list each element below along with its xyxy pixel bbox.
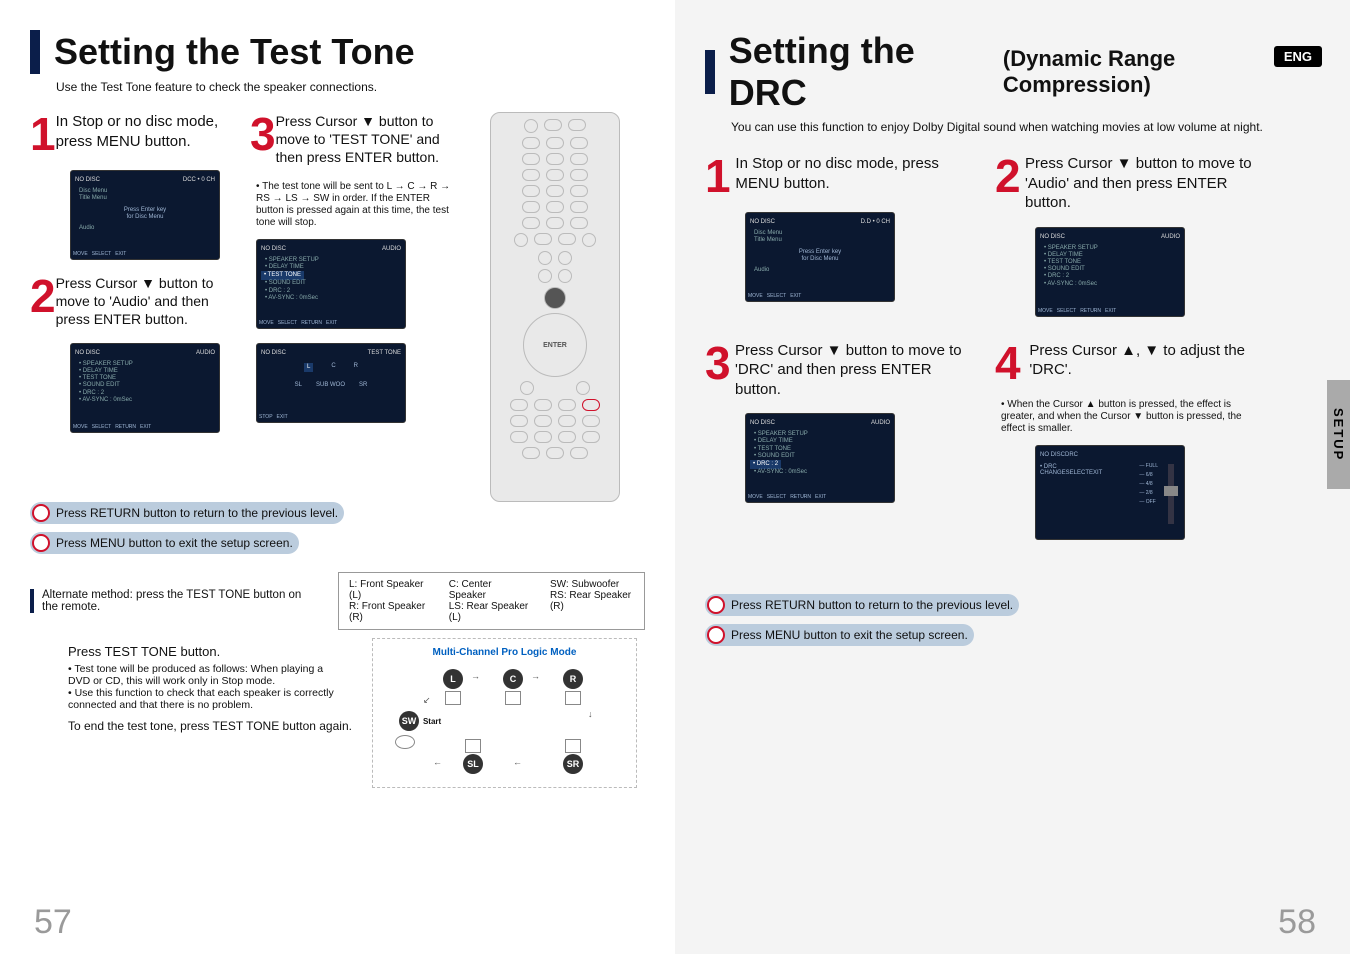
drc-step-2: 2 Press Cursor ▼ button to move to 'Audi… — [995, 154, 1255, 213]
menu-icon — [544, 287, 566, 309]
osd-screenshot-test-tone-highlight: NO DISCAUDIO • SPEAKER SETUP • DELAY TIM… — [256, 239, 406, 329]
speaker-legend: L: Front Speaker (L) R: Front Speaker (R… — [338, 572, 645, 630]
enter-cursor-pad: ENTER — [523, 313, 587, 377]
step-3-text: Press Cursor ▼ button to move to 'TEST T… — [276, 112, 460, 167]
menu-exit-instruction: Press MENU button to exit the setup scre… — [30, 532, 299, 554]
speaker-sr-icon: SR — [563, 754, 583, 774]
title-marker — [705, 50, 715, 94]
drc-step-2-text: Press Cursor ▼ button to move to 'Audio'… — [1025, 154, 1255, 213]
test-tone-heading: Press TEST TONE button. — [68, 644, 348, 659]
drc-slider-handle — [1164, 486, 1178, 496]
drc-step-4: 4 Press Cursor ▲, ▼ to adjust the 'DRC'. — [995, 341, 1255, 385]
speaker-r-icon: R — [563, 669, 583, 689]
alternate-method: Alternate method: press the TEST TONE bu… — [30, 589, 320, 613]
step-number: 1 — [705, 154, 735, 198]
title-marker — [30, 30, 40, 74]
step-number: 2 — [30, 274, 56, 329]
arrow-icon: → — [471, 671, 480, 681]
menu-icon — [707, 626, 725, 644]
step-number: 1 — [30, 112, 56, 156]
drc-step-4-text: Press Cursor ▲, ▼ to adjust the 'DRC'. — [1029, 341, 1255, 385]
menu-exit-instruction: Press MENU button to exit the setup scre… — [705, 624, 974, 646]
osd-screenshot-audio-menu: NO DISCAUDIO • SPEAKER SETUP • DELAY TIM… — [1035, 227, 1185, 317]
remote-control-illustration: ENTER — [490, 112, 620, 502]
page-number-57: 57 — [34, 903, 72, 942]
osd-screenshot-test-tone-grid: NO DISCTEST TONE LCR SLSUB WOOSR STOPEXI… — [256, 343, 406, 423]
arrow-icon: ← — [433, 757, 442, 767]
step-3: 3 Press Cursor ▼ button to move to 'TEST… — [250, 112, 460, 167]
page-title-right-sub: (Dynamic Range Compression) — [1003, 46, 1320, 98]
title-block-right: Setting the DRC (Dynamic Range Compressi… — [705, 30, 1320, 114]
drc-step-1: 1 In Stop or no disc mode, press MENU bu… — [705, 154, 965, 198]
return-icon — [395, 735, 415, 749]
return-instruction: Press RETURN button to return to the pre… — [30, 502, 344, 524]
osd-screenshot-audio-menu: NO DISCAUDIO • SPEAKER SETUP • DELAY TIM… — [70, 343, 220, 433]
lang-badge: ENG — [1274, 46, 1322, 67]
end-test-tone: To end the test tone, press TEST TONE bu… — [68, 719, 352, 733]
speaker-sw-icon: SW — [399, 711, 419, 731]
return-icon — [520, 381, 534, 395]
test-tone-instructions: Press TEST TONE button. • Test tone will… — [68, 644, 348, 711]
step-number: 2 — [995, 154, 1025, 213]
step-2: 2 Press Cursor ▼ button to move to 'Audi… — [30, 274, 230, 329]
page-title-right: Setting the DRC — [729, 30, 995, 114]
step-3-note: • The test tone will be sent to L → C → … — [256, 181, 456, 229]
title-block-left: Setting the Test Tone — [30, 30, 645, 74]
volume-up-icon — [538, 251, 552, 265]
arrow-icon: → — [531, 671, 540, 681]
speaker-c-icon: C — [503, 669, 523, 689]
step-2-text: Press Cursor ▼ button to move to 'Audio'… — [56, 274, 230, 329]
speaker-l-icon: L — [443, 669, 463, 689]
step-number: 3 — [705, 341, 735, 400]
page-58: ENG SETUP Setting the DRC (Dynamic Range… — [675, 0, 1350, 954]
diagram-start: Start — [423, 717, 441, 726]
osd-screenshot-drc-highlight: NO DISCAUDIO • SPEAKER SETUP • DELAY TIM… — [745, 413, 895, 503]
setup-tab: SETUP — [1327, 380, 1350, 489]
drc-step-4-note: • When the Cursor ▲ button is pressed, t… — [1001, 399, 1251, 435]
mute-icon — [576, 381, 590, 395]
volume-down-icon — [538, 269, 552, 283]
page-title-left: Setting the Test Tone — [54, 31, 415, 73]
osd-screenshot-drc-slider: NO DISCDRC • DRC — FULL — 6/8 — 4/8 — 2/… — [1035, 445, 1185, 540]
step-number: 4 — [995, 341, 1029, 385]
play-pause-icon — [558, 233, 576, 245]
return-icon — [32, 504, 50, 522]
page-number-58: 58 — [1278, 903, 1316, 942]
diagram-title: Multi-Channel Pro Logic Mode — [381, 647, 628, 658]
stop-icon — [534, 233, 552, 245]
arrow-icon: ↙ — [423, 695, 431, 706]
drc-step-1-text: In Stop or no disc mode, press MENU butt… — [735, 154, 965, 198]
page-subtitle-right: You can use this function to enjoy Dolby… — [731, 120, 1320, 134]
drc-step-3: 3 Press Cursor ▼ button to move to 'DRC'… — [705, 341, 965, 400]
step-number: 3 — [250, 112, 276, 167]
arrow-icon: ↓ — [588, 709, 593, 719]
step-1: 1 In Stop or no disc mode, press MENU bu… — [30, 112, 230, 156]
speaker-sl-icon: SL — [463, 754, 483, 774]
drc-step-3-text: Press Cursor ▼ button to move to 'DRC' a… — [735, 341, 965, 400]
page-subtitle-left: Use the Test Tone feature to check the s… — [56, 80, 645, 94]
test-tone-button — [582, 399, 600, 411]
return-icon — [707, 596, 725, 614]
multichannel-diagram: Multi-Channel Pro Logic Mode L C R SW SL… — [372, 638, 637, 788]
power-icon — [524, 119, 538, 133]
page-57: Setting the Test Tone Use the Test Tone … — [0, 0, 675, 954]
arrow-icon: ← — [513, 757, 522, 767]
return-instruction: Press RETURN button to return to the pre… — [705, 594, 1019, 616]
osd-screenshot-main-menu: NO DISCD.D • 0 CH Disc Menu Title Menu P… — [745, 212, 895, 302]
menu-icon — [32, 534, 50, 552]
step-1-text: In Stop or no disc mode, press MENU butt… — [56, 112, 230, 156]
osd-screenshot-main-menu: NO DISCDCC • 0 CH Disc Menu Title Menu P… — [70, 170, 220, 260]
